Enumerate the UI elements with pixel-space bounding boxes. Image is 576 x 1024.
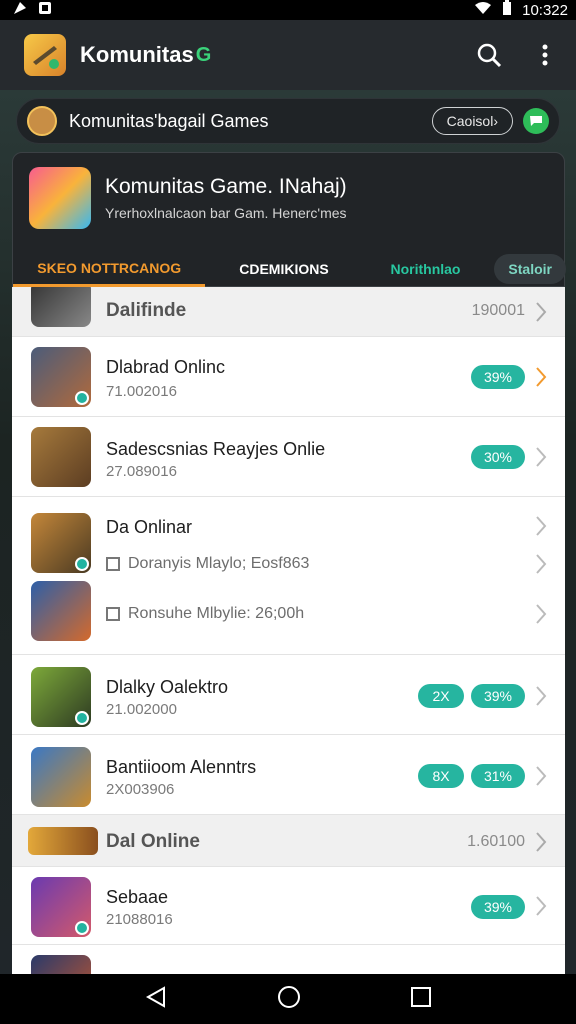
game-thumb xyxy=(31,955,91,974)
chat-icon xyxy=(530,116,542,126)
chevron-right-icon xyxy=(536,686,547,706)
item-subtitle: 2X003906 xyxy=(106,781,175,798)
tab-bar: SKEO NOTTRCANOG CDEMIKIONS Norithnlao St… xyxy=(13,251,566,287)
checkbox[interactable] xyxy=(106,607,120,621)
app-bar: Komunitas G xyxy=(0,20,576,90)
game-thumb xyxy=(31,667,91,727)
verified-badge-icon: G xyxy=(195,43,212,66)
section-logo xyxy=(28,827,98,855)
item-title: Dlabrad Onlinc xyxy=(106,357,226,377)
game-thumb xyxy=(31,427,91,487)
back-button[interactable] xyxy=(144,985,168,1014)
community-action-button[interactable]: Caoisol› xyxy=(431,107,513,135)
recents-icon xyxy=(411,986,431,1007)
chevron-right-icon xyxy=(536,367,547,387)
more-vert-icon xyxy=(542,44,548,66)
progress-badge: 39% xyxy=(471,684,525,708)
checkbox-row[interactable]: Doranyis Mlaylo; Eosf863 xyxy=(106,555,309,573)
community-label: Komunitas'bagail Games xyxy=(69,110,269,131)
checkbox-label: Ronsuhe Mlbylie: 26;00h xyxy=(128,605,305,622)
back-icon xyxy=(145,985,165,1008)
item-title: Bantiioom Alenntrs xyxy=(106,757,257,777)
game-list: Dalifinde 190001 Dlabrad Onlinc 71.00201… xyxy=(12,287,565,974)
tab-2[interactable]: CDEMIKIONS xyxy=(205,251,362,287)
progress-badge: 31% xyxy=(471,764,525,788)
section-title: Dal Online xyxy=(106,831,200,852)
installed-icon xyxy=(75,557,89,571)
clock: 10:322 xyxy=(522,1,568,19)
item-subtitle: 27.089016 xyxy=(106,463,177,480)
chevron-right-icon xyxy=(536,554,547,574)
list-item-partial[interactable] xyxy=(12,945,565,974)
photo-icon xyxy=(38,1,52,19)
chevron-right-icon xyxy=(536,832,547,852)
small-badge: 8X xyxy=(418,764,464,788)
game-thumb xyxy=(31,877,91,937)
progress-badge: 39% xyxy=(471,895,525,919)
item-title: Da Onlinar xyxy=(106,517,193,537)
section-header[interactable]: Dal Online 1.60100 xyxy=(12,815,565,867)
system-nav-bar xyxy=(0,974,576,1024)
notification-icon xyxy=(12,0,28,20)
item-subtitle: 21.002000 xyxy=(106,701,177,718)
item-subtitle: 21088016 xyxy=(106,911,173,928)
tab-4[interactable]: Staloir xyxy=(494,254,566,284)
checkbox-row[interactable]: Ronsuhe Mlbylie: 26;00h xyxy=(106,605,304,623)
chevron-right-icon xyxy=(536,447,547,467)
tab-1[interactable]: SKEO NOTTRCANOG xyxy=(13,251,206,287)
small-badge: 2X xyxy=(418,684,464,708)
item-title: Dlalky Oalektro xyxy=(106,677,229,697)
section-title: Dalifinde xyxy=(106,300,187,321)
game-thumb xyxy=(31,513,91,573)
checkbox[interactable] xyxy=(106,557,120,571)
chevron-right-icon xyxy=(536,604,547,624)
tab-3[interactable]: Norithnlao xyxy=(363,251,489,287)
progress-badge: 30% xyxy=(471,445,525,469)
game-title: Komunitas Game. INahaj) xyxy=(105,175,347,198)
chevron-right-icon xyxy=(536,516,547,536)
installed-icon xyxy=(75,391,89,405)
recents-button[interactable] xyxy=(410,986,432,1013)
wifi-icon xyxy=(474,1,492,19)
installed-icon xyxy=(75,921,89,935)
game-thumb xyxy=(31,581,91,641)
section-count: 1.60100 xyxy=(467,833,525,850)
chevron-right-icon xyxy=(536,896,547,916)
game-thumb xyxy=(31,747,91,807)
game-card: Komunitas Game. INahaj) Yrerhoxlnalcaon … xyxy=(12,152,566,287)
game-icon xyxy=(29,167,91,229)
item-title: Sadescsnias Reayjes Onlie xyxy=(106,439,326,459)
search-button[interactable] xyxy=(474,40,504,70)
progress-badge: 39% xyxy=(471,365,525,389)
home-button[interactable] xyxy=(276,984,302,1015)
list-item[interactable]: Dlalky Oalektro 21.002000 2X 39% xyxy=(12,655,565,735)
home-icon xyxy=(278,985,300,1008)
section-count: 190001 xyxy=(471,302,525,319)
chat-button[interactable] xyxy=(523,108,549,134)
section-header[interactable]: Dalifinde 190001 xyxy=(12,287,565,337)
checkbox-label: Doranyis Mlaylo; Eosf863 xyxy=(128,555,310,572)
more-options-button[interactable] xyxy=(530,40,560,70)
list-item[interactable]: Bantiioom Alenntrs 2X003906 8X 31% xyxy=(12,735,565,815)
avatar xyxy=(27,106,57,136)
search-icon xyxy=(477,43,502,68)
item-subtitle: 71.002016 xyxy=(106,383,177,400)
app-title: Komunitas xyxy=(80,42,194,67)
game-subtitle: Yrerhoxlnalcaon bar Gam. Henerc'mes xyxy=(105,205,347,221)
status-bar: 10:322 xyxy=(0,0,576,20)
list-item[interactable]: Sadescsnias Reayjes Onlie 27.089016 30% xyxy=(12,417,565,497)
installed-icon xyxy=(75,711,89,725)
section-thumb xyxy=(31,287,91,327)
rifle-icon xyxy=(33,46,59,69)
chevron-right-icon xyxy=(536,302,547,322)
game-thumb xyxy=(31,347,91,407)
community-bar[interactable]: Komunitas'bagail Games Caoisol› xyxy=(16,98,560,144)
list-item-group[interactable]: Da Onlinar Doranyis Mlaylo; Eosf863 Rons… xyxy=(12,497,565,655)
item-title: Sebaae xyxy=(106,887,169,907)
list-item[interactable]: Dlabrad Onlinc 71.002016 39% xyxy=(12,337,565,417)
battery-icon xyxy=(502,0,512,20)
chevron-right-icon xyxy=(536,766,547,786)
app-logo xyxy=(24,34,66,76)
list-item[interactable]: Sebaae 21088016 39% xyxy=(12,867,565,945)
